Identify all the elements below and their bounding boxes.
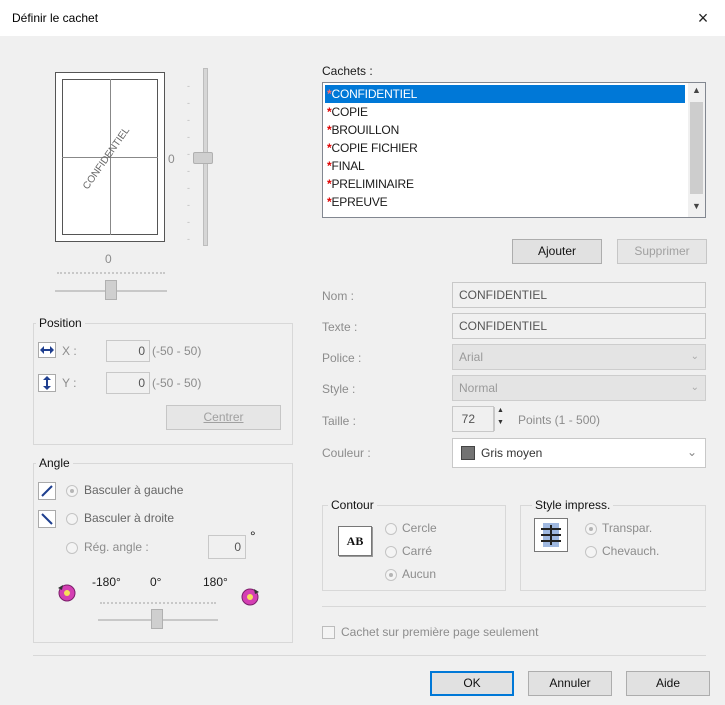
outline-ab-icon: AB xyxy=(338,526,372,556)
horizontal-slider[interactable] xyxy=(55,268,167,300)
color-swatch xyxy=(461,446,475,460)
font-select-value: Arial xyxy=(459,350,484,364)
size-range: Points (1 - 500) xyxy=(518,413,601,427)
help-button[interactable]: Aide xyxy=(626,671,710,696)
size-input[interactable]: 72 xyxy=(452,406,494,432)
stamp-dialog: Définir le cachet × CONFIDENTIEL -------… xyxy=(0,0,725,705)
rotate-left-radio[interactable] xyxy=(66,485,78,497)
vertical-slider[interactable]: ---------- xyxy=(187,66,223,246)
cancel-button[interactable]: Annuler xyxy=(528,671,612,696)
angle-slider[interactable] xyxy=(98,598,218,629)
rotate-left-label: Basculer à gauche xyxy=(84,483,184,497)
window-title: Définir le cachet xyxy=(12,11,99,25)
horizontal-slider-value: 0 xyxy=(105,252,112,266)
list-item[interactable]: *CONFIDENTIEL xyxy=(325,85,685,103)
x-label: X : xyxy=(62,344,77,358)
rotate-left-icon xyxy=(38,482,56,500)
scroll-down-icon[interactable]: ▼ xyxy=(692,201,701,211)
center-button[interactable]: Centrer xyxy=(166,405,281,430)
angle-max-label: 180° xyxy=(203,575,228,589)
horizontal-arrows-icon xyxy=(38,342,56,358)
scroll-thumb[interactable] xyxy=(690,102,703,194)
size-label: Taille : xyxy=(322,414,357,428)
rotate-cw-icon[interactable] xyxy=(238,584,262,608)
list-item[interactable]: *COPIE xyxy=(325,103,368,121)
chevron-down-icon: ⌄ xyxy=(690,351,699,362)
first-page-checkbox[interactable] xyxy=(322,626,335,639)
transparent-radio[interactable] xyxy=(585,523,597,535)
transparent-label: Transpar. xyxy=(602,521,653,535)
delete-button[interactable]: Supprimer xyxy=(617,239,707,264)
print-style-title: Style impress. xyxy=(532,498,614,512)
list-item[interactable]: *BROUILLON xyxy=(325,121,399,139)
style-label: Style : xyxy=(322,382,356,396)
y-range: (-50 - 50) xyxy=(152,376,202,390)
outline-square-label: Carré xyxy=(402,544,433,558)
custom-angle-label: Rég. angle : xyxy=(84,540,149,554)
outline-none-radio[interactable] xyxy=(385,569,397,581)
vertical-arrows-icon xyxy=(38,374,56,392)
text-label: Texte : xyxy=(322,320,358,334)
angle-mid-label: 0° xyxy=(150,575,162,589)
rotate-right-icon xyxy=(38,510,56,528)
first-page-label: Cachet sur première page seulement xyxy=(341,625,539,639)
color-value: Gris moyen xyxy=(481,446,543,460)
title-bar: Définir le cachet × xyxy=(0,0,725,36)
custom-angle-radio[interactable] xyxy=(66,542,78,554)
text-input[interactable]: CONFIDENTIEL xyxy=(452,313,706,339)
chevron-down-icon: ⌄ xyxy=(690,382,699,393)
list-item[interactable]: *EPREUVE xyxy=(325,193,388,211)
overlap-label: Chevauch. xyxy=(602,544,660,558)
chevron-down-icon: ⌄ xyxy=(686,445,697,459)
list-scrollbar[interactable]: ▲ ▼ xyxy=(688,83,705,217)
font-select[interactable]: Arial ⌄ xyxy=(452,344,706,370)
stamps-list[interactable]: *CONFIDENTIEL *COPIE *BROUILLON *COPIE F… xyxy=(322,82,706,218)
name-input[interactable]: CONFIDENTIEL xyxy=(452,282,706,308)
outline-none-label: Aucun xyxy=(402,567,437,581)
color-select[interactable]: Gris moyen ⌄ xyxy=(452,438,706,468)
vertical-slider-value: 0 xyxy=(168,152,175,166)
separator xyxy=(322,606,706,607)
ok-button[interactable]: OK xyxy=(430,671,514,696)
list-item[interactable]: *FINAL xyxy=(325,157,365,175)
outline-square-radio[interactable] xyxy=(385,546,397,558)
rotate-right-radio[interactable] xyxy=(66,513,78,525)
footer-separator xyxy=(33,655,706,656)
size-spinner[interactable]: ▲ ▼ xyxy=(494,407,507,431)
stamps-label: Cachets : xyxy=(322,64,373,78)
angle-min-label: -180° xyxy=(92,575,121,589)
x-range: (-50 - 50) xyxy=(152,344,202,358)
angle-title: Angle xyxy=(36,456,73,470)
color-label: Couleur : xyxy=(322,446,371,460)
font-label: Police : xyxy=(322,351,362,365)
y-label: Y : xyxy=(62,376,77,390)
y-input[interactable]: 0 xyxy=(106,372,150,394)
rotate-right-label: Basculer à droite xyxy=(84,511,175,525)
spin-up-icon[interactable]: ▲ xyxy=(497,407,504,414)
name-label: Nom : xyxy=(322,289,355,303)
print-style-icon xyxy=(534,518,568,552)
rotate-ccw-icon[interactable] xyxy=(55,580,79,604)
list-item[interactable]: *COPIE FICHIER xyxy=(325,139,418,157)
outline-circle-label: Cercle xyxy=(402,521,437,535)
overlap-radio[interactable] xyxy=(585,546,597,558)
list-item[interactable]: *PRELIMINAIRE xyxy=(325,175,414,193)
outline-title: Contour xyxy=(328,498,377,512)
style-select-value: Normal xyxy=(459,381,498,395)
spin-down-icon[interactable]: ▼ xyxy=(497,419,504,426)
scroll-up-icon[interactable]: ▲ xyxy=(692,85,701,95)
add-button[interactable]: Ajouter xyxy=(512,239,602,264)
x-input[interactable]: 0 xyxy=(106,340,150,362)
degree-symbol: ° xyxy=(250,528,256,544)
custom-angle-input[interactable]: 0 xyxy=(208,535,246,559)
position-title: Position xyxy=(36,316,85,330)
outline-circle-radio[interactable] xyxy=(385,523,397,535)
close-icon[interactable]: × xyxy=(689,4,717,32)
stamp-preview: CONFIDENTIEL xyxy=(55,72,165,242)
style-select[interactable]: Normal ⌄ xyxy=(452,375,706,401)
